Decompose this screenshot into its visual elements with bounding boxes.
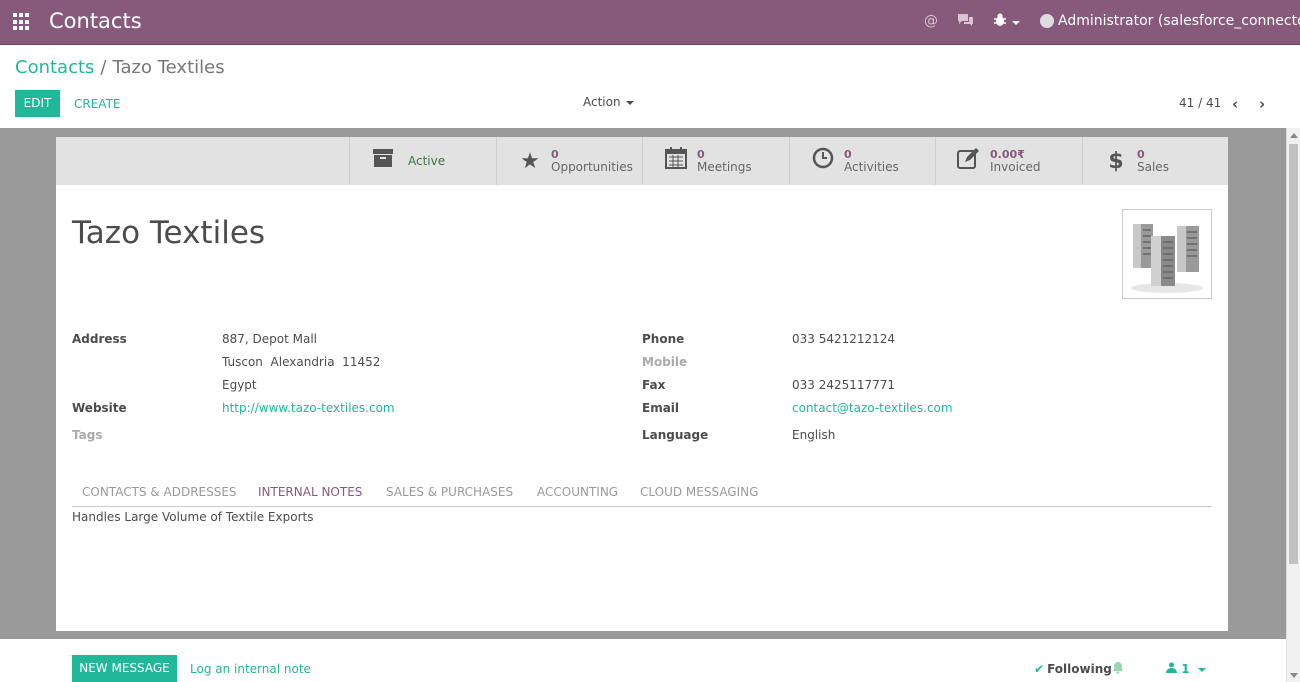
company-image[interactable] [1122, 209, 1212, 299]
scroll-down-icon[interactable] [1290, 673, 1298, 678]
user-name: Administrator (salesforce_connector) [1058, 13, 1300, 29]
fax-value: 033 2425117771 [792, 378, 896, 392]
invoiced-label: Invoiced [990, 160, 1041, 174]
activities-label: Activities [844, 160, 899, 174]
tags-label: Tags [72, 428, 103, 442]
breadcrumb-current: Tazo Textiles [112, 57, 225, 78]
scrollbar[interactable] [1286, 128, 1300, 682]
user-menu[interactable]: Administrator (salesforce_connector) [1040, 13, 1300, 29]
tab-accounting[interactable]: ACCOUNTING [537, 485, 618, 499]
following-label: Following [1047, 662, 1112, 676]
archive-icon [370, 148, 396, 174]
activities-button[interactable]: 0 Activities [789, 137, 936, 185]
scroll-up-icon[interactable] [1290, 133, 1298, 138]
mention-icon[interactable]: @ [924, 13, 938, 29]
tab-sales-purchases[interactable]: SALES & PURCHASES [386, 485, 513, 499]
action-label: Action [583, 95, 621, 109]
notebook-tabs: CONTACTS & ADDRESSES INTERNAL NOTES SALE… [72, 479, 1212, 507]
fax-label: Fax [642, 378, 666, 392]
sales-label: Sales [1137, 160, 1169, 174]
chat-icon[interactable] [957, 13, 974, 31]
top-navbar: Contacts @ Administrator (salesforce_con… [0, 0, 1300, 45]
star-icon: ★ [520, 148, 540, 174]
email-label: Email [642, 401, 680, 415]
apps-menu-icon[interactable] [13, 13, 31, 31]
tab-internal-notes[interactable]: INTERNAL NOTES [258, 485, 362, 499]
sales-button[interactable]: $ 0 Sales [1082, 137, 1228, 185]
breadcrumb: Contacts / Tazo Textiles [15, 57, 225, 78]
user-icon [1166, 662, 1181, 676]
invoiced-button[interactable]: 0.00₹ Invoiced [935, 137, 1082, 185]
form-sheet: Active ★ 0 Opportunities 0 Meetings 0 Activ… [56, 137, 1228, 631]
email-link[interactable]: contact@tazo-textiles.com [792, 401, 953, 415]
pager-value[interactable]: 41 / 41 [1179, 96, 1221, 110]
followers-dropdown[interactable]: 1 [1166, 662, 1206, 676]
bell-icon[interactable] [1112, 661, 1124, 677]
address-street: 887, Depot Mall [222, 332, 318, 346]
clock-icon [810, 147, 836, 175]
dollar-icon: $ [1108, 148, 1124, 174]
calendar-icon [663, 147, 689, 175]
active-label: Active [408, 154, 446, 168]
bug-icon[interactable] [993, 13, 1020, 31]
avatar [1040, 14, 1054, 28]
chevron-down-icon [1197, 667, 1206, 672]
mobile-label: Mobile [642, 355, 688, 369]
edit-document-icon [956, 147, 982, 175]
app-title[interactable]: Contacts [49, 9, 142, 33]
pager-next-icon[interactable]: › [1259, 95, 1265, 113]
language-value: English [792, 428, 836, 442]
smart-button-box: Active ★ 0 Opportunities 0 Meetings 0 Activ… [56, 137, 1228, 185]
address-label: Address [72, 332, 127, 346]
new-message-button[interactable]: NEW MESSAGE [72, 655, 177, 682]
check-icon: ✔ [1034, 662, 1045, 676]
following-button[interactable]: ✔ Following [1034, 662, 1112, 676]
tab-contacts-addresses[interactable]: CONTACTS & ADDRESSES [82, 485, 237, 499]
edit-button[interactable]: EDIT [15, 90, 60, 117]
active-toggle-button[interactable]: Active [349, 137, 496, 185]
pager-previous-icon[interactable]: ‹ [1232, 95, 1238, 113]
opportunities-button[interactable]: ★ 0 Opportunities [496, 137, 643, 185]
tab-cloud-messaging[interactable]: CLOUD MESSAGING [640, 485, 758, 499]
company-buildings-icon [1131, 224, 1203, 293]
create-button[interactable]: CREATE [74, 97, 121, 111]
website-link[interactable]: http://www.tazo-textiles.com [222, 401, 395, 415]
opportunities-label: Opportunities [551, 160, 633, 174]
breadcrumb-parent[interactable]: Contacts [15, 57, 94, 78]
address-country: Egypt [222, 378, 257, 392]
phone-value: 033 5421212124 [792, 332, 896, 346]
meetings-button[interactable]: 0 Meetings [642, 137, 789, 185]
chatter: NEW MESSAGE Log an internal note ✔ Follow… [0, 639, 1286, 682]
action-dropdown[interactable]: Action [583, 95, 634, 109]
phone-label: Phone [642, 332, 685, 346]
address-city-state-zip: Tuscon Alexandria 11452 [222, 355, 381, 369]
partner-name: Tazo Textiles [72, 215, 266, 251]
breadcrumb-separator: / [100, 57, 107, 78]
meetings-label: Meetings [697, 160, 752, 174]
website-label: Website [72, 401, 127, 415]
scrollbar-thumb[interactable] [1289, 144, 1298, 564]
chevron-down-icon [625, 100, 634, 105]
internal-notes-text[interactable]: Handles Large Volume of Textile Exports [72, 510, 313, 524]
log-note-link[interactable]: Log an internal note [190, 662, 311, 676]
followers-count: 1 [1181, 662, 1190, 676]
language-label: Language [642, 428, 709, 442]
